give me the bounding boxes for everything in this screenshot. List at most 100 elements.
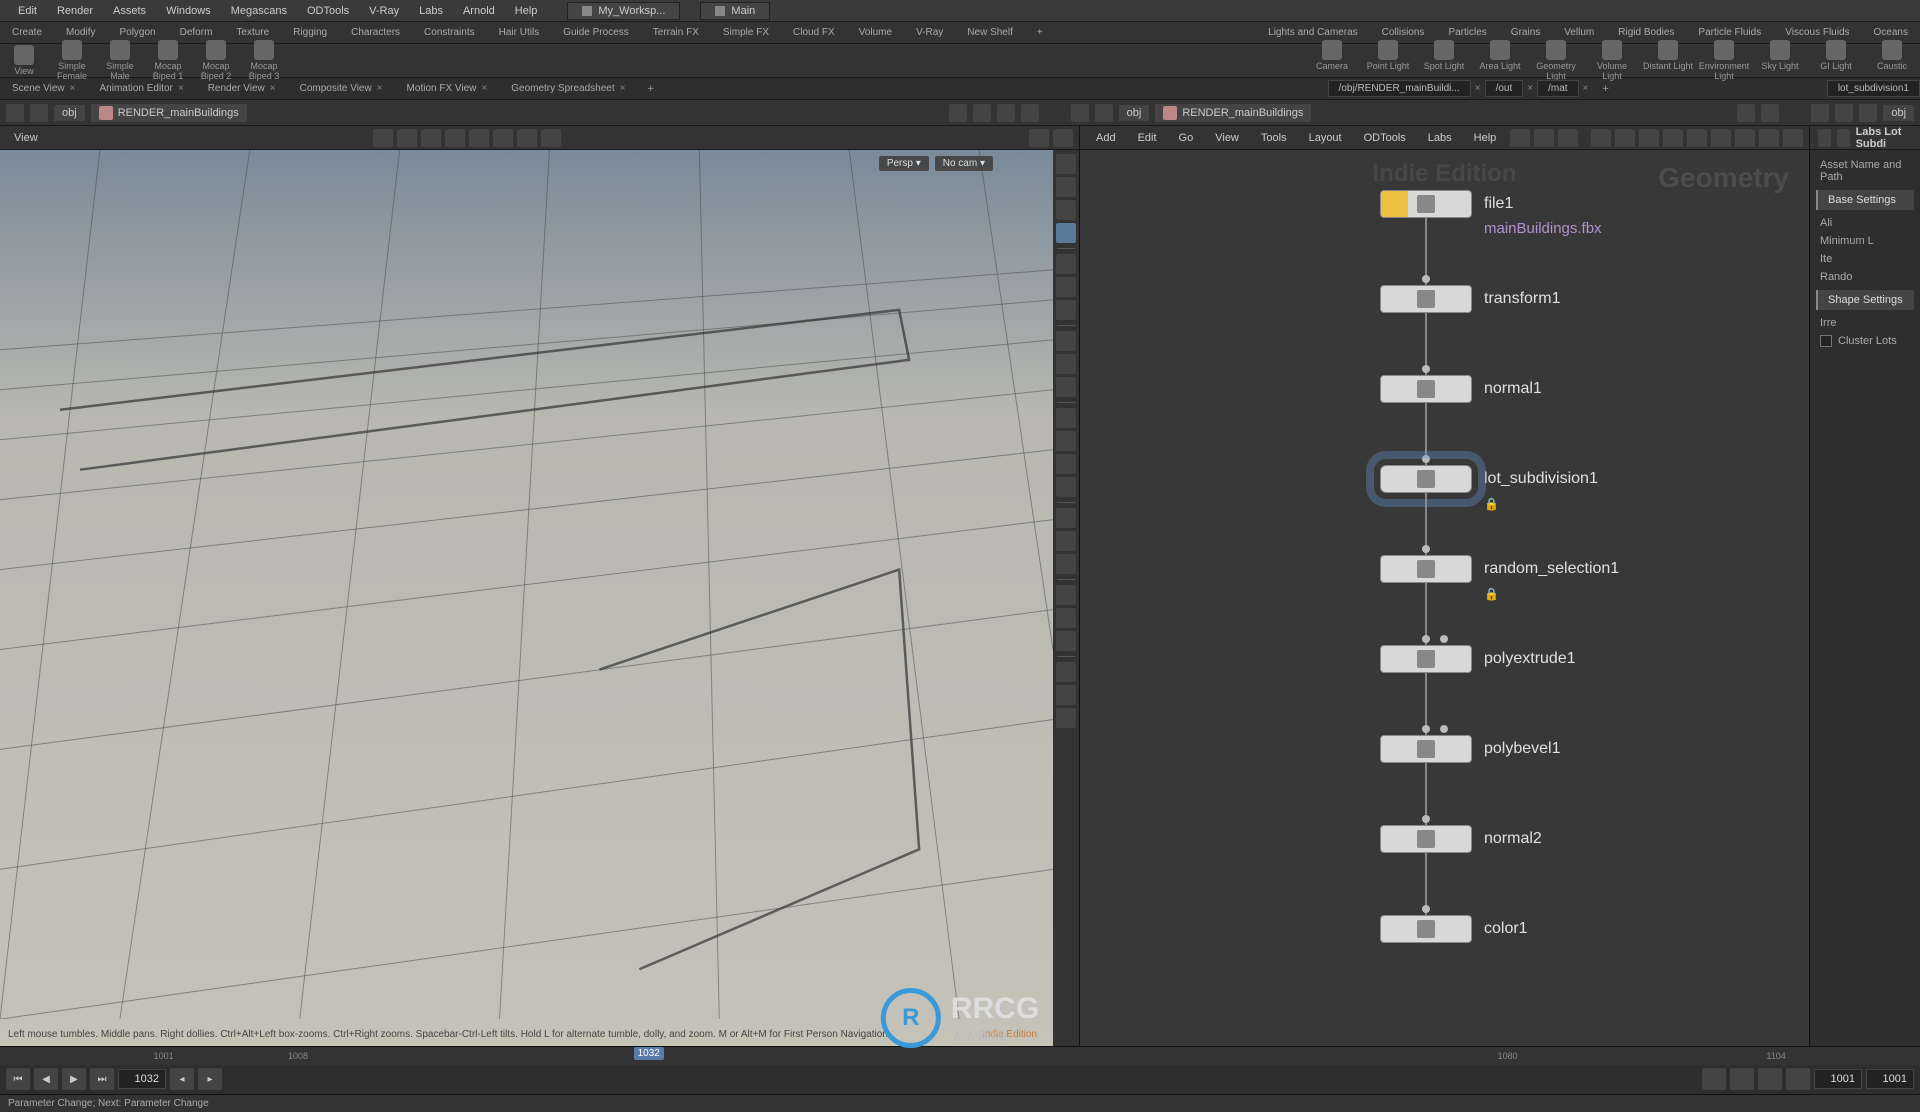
breadcrumb[interactable]: RENDER_mainBuildings — [91, 104, 247, 122]
param-tab-shape[interactable]: Shape Settings — [1816, 290, 1914, 310]
shelf-tab[interactable]: Characters — [339, 24, 412, 41]
shelf-tab[interactable]: Terrain FX — [641, 24, 711, 41]
vp-help-icon[interactable] — [1053, 129, 1073, 147]
snap-tool-icon[interactable] — [1056, 354, 1076, 374]
shelf-tool[interactable]: View — [0, 43, 48, 78]
vp-tool-icon[interactable] — [493, 129, 513, 147]
close-icon[interactable]: × — [377, 83, 383, 94]
path-tab[interactable]: /mat — [1537, 80, 1578, 97]
nav-back-icon[interactable] — [1071, 104, 1089, 122]
shelf-tool[interactable]: Mocap Biped 3 — [240, 38, 288, 83]
menu-windows[interactable]: Windows — [156, 2, 221, 20]
vp-layout-icon[interactable] — [1029, 129, 1049, 147]
first-frame-button[interactable]: ⏮ — [6, 1068, 30, 1090]
shelf-tool-skylight[interactable]: Sky Light — [1752, 38, 1808, 83]
menu-odtools[interactable]: ODTools — [297, 2, 359, 20]
menu-render[interactable]: Render — [47, 2, 103, 20]
net-menu-edit[interactable]: Edit — [1128, 130, 1167, 146]
net-grid-icon[interactable] — [1663, 129, 1683, 147]
vp-tool-icon[interactable] — [445, 129, 465, 147]
vp-tool-icon[interactable] — [469, 129, 489, 147]
measure-tool-icon[interactable] — [1056, 554, 1076, 574]
close-icon[interactable]: × — [70, 83, 76, 94]
desktop-selector-1[interactable]: My_Worksp... — [567, 2, 680, 20]
net-menu-go[interactable]: Go — [1169, 130, 1204, 146]
breadcrumb[interactable]: RENDER_mainBuildings — [1155, 104, 1311, 122]
camera-dropdown[interactable]: No cam ▾ — [935, 156, 993, 171]
help-tool-icon[interactable] — [1056, 662, 1076, 682]
net-menu-layout[interactable]: Layout — [1299, 130, 1352, 146]
menu-arnold[interactable]: Arnold — [453, 2, 505, 20]
net-menu-odtools[interactable]: ODTools — [1354, 130, 1416, 146]
nav-back-icon[interactable] — [6, 104, 24, 122]
measure-tool-icon[interactable] — [1056, 531, 1076, 551]
shelf-tool-vollight[interactable]: Volume Light — [1584, 38, 1640, 83]
net-grid-icon[interactable] — [1639, 129, 1659, 147]
last-frame-button[interactable]: ⏭ — [90, 1068, 114, 1090]
close-icon[interactable]: × — [1475, 83, 1481, 94]
wire-tool-icon[interactable] — [1056, 300, 1076, 320]
net-tool-icon[interactable] — [1510, 129, 1530, 147]
shelf-tab[interactable]: V-Ray — [904, 24, 955, 41]
range-end-field[interactable]: 1001 — [1866, 1069, 1914, 1089]
menu-help[interactable]: Help — [505, 2, 548, 20]
close-icon[interactable]: × — [620, 83, 626, 94]
shelf-tab[interactable]: Volume — [847, 24, 904, 41]
xform-tool-icon[interactable] — [1056, 477, 1076, 497]
close-icon[interactable]: × — [178, 83, 184, 94]
range-start-field[interactable]: 1001 — [1814, 1069, 1862, 1089]
shelf-tool[interactable]: Simple Female — [48, 38, 96, 83]
network-node[interactable]: random_selection1🔒 — [1380, 555, 1619, 583]
add-tab-icon[interactable]: + — [1592, 80, 1618, 98]
shelf-tool-distlight[interactable]: Distant Light — [1640, 38, 1696, 83]
shelf-tab[interactable]: Simple FX — [711, 24, 781, 41]
key-button[interactable] — [1730, 1068, 1754, 1090]
nav-fwd-icon[interactable] — [1835, 104, 1853, 122]
home-icon[interactable] — [1859, 104, 1877, 122]
pane-tab[interactable]: Motion FX View× — [395, 80, 500, 97]
net-menu-add[interactable]: Add — [1086, 130, 1126, 146]
close-icon[interactable]: × — [481, 83, 487, 94]
network-node[interactable]: normal1 — [1380, 375, 1542, 403]
autokey-button[interactable] — [1702, 1068, 1726, 1090]
ring-icon[interactable] — [1761, 104, 1779, 122]
network-node[interactable]: polyextrude1 — [1380, 645, 1576, 673]
net-info-icon[interactable] — [1783, 129, 1803, 147]
play-button[interactable]: ▶ — [62, 1068, 86, 1090]
shelf-tool[interactable]: Mocap Biped 1 — [144, 38, 192, 83]
snap-tool-icon[interactable] — [1056, 331, 1076, 351]
close-icon[interactable]: × — [1527, 83, 1533, 94]
net-grid-icon[interactable] — [1615, 129, 1635, 147]
xform-tool-icon[interactable] — [1056, 454, 1076, 474]
display-tool-icon[interactable] — [1056, 223, 1076, 243]
shelf-tab[interactable]: Cloud FX — [781, 24, 847, 41]
shelf-tool-gilight[interactable]: GI Light — [1808, 38, 1864, 83]
net-menu-help[interactable]: Help — [1464, 130, 1507, 146]
net-grid-icon[interactable] — [1687, 129, 1707, 147]
help-tool-icon[interactable] — [1056, 685, 1076, 705]
net-grid-icon[interactable] — [1591, 129, 1611, 147]
timeline-ruler[interactable]: 1001 1008 1032 1080 1104 — [0, 1047, 1920, 1065]
node-body[interactable] — [1380, 825, 1472, 853]
shelf-tool-camera[interactable]: Camera — [1304, 38, 1360, 83]
prev-key-button[interactable]: ◂ — [170, 1068, 194, 1090]
network-node[interactable]: color1 — [1380, 915, 1528, 943]
desktop-selector-2[interactable]: Main — [700, 2, 770, 20]
net-menu-view[interactable]: View — [1205, 130, 1249, 146]
shelf-tab[interactable]: Rigging — [281, 24, 339, 41]
network-node[interactable]: polybevel1 — [1380, 735, 1561, 763]
shelf-tool[interactable]: Simple Male — [96, 38, 144, 83]
gear-icon[interactable] — [997, 104, 1015, 122]
node-body[interactable] — [1380, 555, 1472, 583]
net-search-icon[interactable] — [1759, 129, 1779, 147]
network-node[interactable]: normal2 — [1380, 825, 1542, 853]
checkbox[interactable] — [1820, 335, 1832, 347]
net-grid-icon[interactable] — [1735, 129, 1755, 147]
shelf-add-icon[interactable]: + — [1025, 24, 1055, 41]
network-node[interactable]: lot_subdivision1🔒 — [1380, 465, 1598, 493]
help-tool-icon[interactable] — [1056, 708, 1076, 728]
nav-back-icon[interactable] — [1811, 104, 1829, 122]
net-menu-tools[interactable]: Tools — [1251, 130, 1297, 146]
close-icon[interactable]: × — [270, 83, 276, 94]
param-tab-base[interactable]: Base Settings — [1816, 190, 1914, 210]
